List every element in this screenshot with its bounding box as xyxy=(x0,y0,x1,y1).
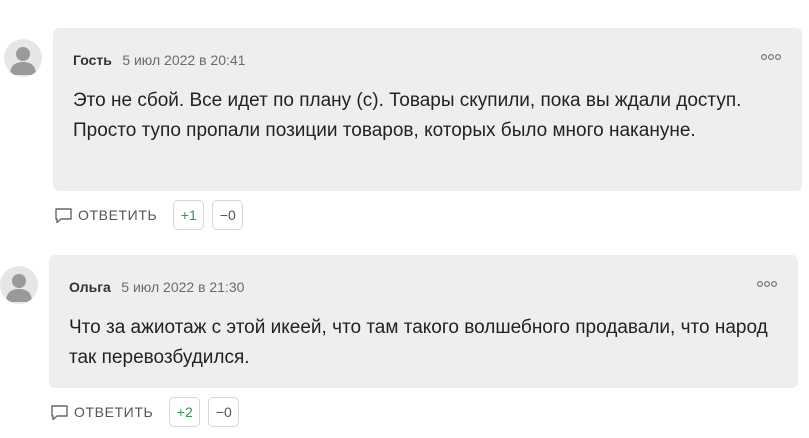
comment-meta: Гость 5 июл 2022 в 20:41 xyxy=(73,50,782,70)
comment-author[interactable]: Ольга xyxy=(69,279,111,295)
comment-actions: ОТВЕТИТЬ +1 −0 xyxy=(54,200,251,230)
comment-date[interactable]: 5 июл 2022 в 20:41 xyxy=(122,52,245,68)
speech-bubble-icon xyxy=(51,404,68,420)
speech-bubble-icon xyxy=(55,207,72,223)
reply-label: ОТВЕТИТЬ xyxy=(74,404,154,420)
comment-bubble: Ольга 5 июл 2022 в 21:30 Что за ажиотаж … xyxy=(49,255,798,388)
user-avatar-icon[interactable] xyxy=(4,39,42,77)
comment-bubble: Гость 5 июл 2022 в 20:41 Это не сбой. Вс… xyxy=(53,28,802,191)
comment-meta: Ольга 5 июл 2022 в 21:30 xyxy=(69,277,778,297)
more-options-icon[interactable] xyxy=(760,52,782,62)
comment-author[interactable]: Гость xyxy=(73,52,112,68)
reply-label: ОТВЕТИТЬ xyxy=(78,207,158,223)
downvote-button[interactable]: −0 xyxy=(212,200,244,230)
comment-actions: ОТВЕТИТЬ +2 −0 xyxy=(50,397,247,427)
more-options-icon[interactable] xyxy=(756,279,778,289)
comment-text: Это не сбой. Все идет по плану (с). Това… xyxy=(73,90,742,141)
comment-date[interactable]: 5 июл 2022 в 21:30 xyxy=(121,279,244,295)
downvote-button[interactable]: −0 xyxy=(208,397,240,427)
user-avatar-icon[interactable] xyxy=(0,266,38,304)
upvote-button[interactable]: +2 xyxy=(169,397,201,427)
comment-text: Что за ажиотаж с этой икеей, что там так… xyxy=(69,317,768,368)
reply-button[interactable]: ОТВЕТИТЬ xyxy=(50,404,153,421)
upvote-button[interactable]: +1 xyxy=(173,200,205,230)
reply-button[interactable]: ОТВЕТИТЬ xyxy=(54,207,157,224)
